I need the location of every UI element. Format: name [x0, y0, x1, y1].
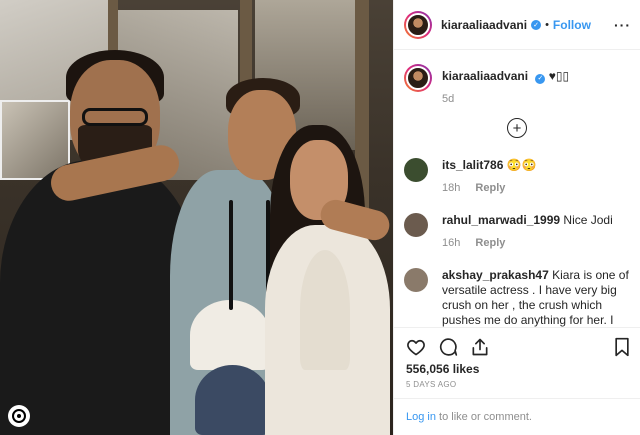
caption-username[interactable]: kiaraaliaadvani [442, 69, 528, 83]
avatar[interactable] [404, 268, 428, 292]
share-icon[interactable] [470, 337, 490, 357]
comment-username[interactable]: akshay_prakash47 [442, 268, 549, 282]
post-header: kiaraaliaadvani ✓ • Follow ··· [394, 0, 640, 50]
caption-timestamp[interactable]: 5d [442, 93, 454, 105]
login-link[interactable]: Log in [406, 411, 436, 423]
caption: kiaraaliaadvani ✓ ♥▯▯ [404, 64, 634, 92]
comment-username[interactable]: rahul_marwadi_1999 [442, 213, 560, 227]
more-options-icon[interactable]: ··· [614, 17, 631, 33]
separator-dot: • [545, 18, 549, 31]
follow-button[interactable]: Follow [553, 18, 591, 32]
comment-text: 😳😳 [506, 158, 537, 172]
tagged-users-icon[interactable] [8, 405, 30, 427]
reply-button[interactable]: Reply [475, 237, 505, 249]
post-photo[interactable] [0, 0, 393, 435]
login-prompt-text: to like or comment. [435, 411, 532, 423]
login-prompt: Log in to like or comment. [406, 411, 532, 423]
comment: akshay_prakash47 Kiara is one of versati… [404, 268, 634, 328]
avatar[interactable] [404, 64, 432, 92]
post-sidebar: kiaraaliaadvani ✓ • Follow ··· kiaraalia… [393, 0, 640, 435]
comment-time[interactable]: 16h [442, 237, 460, 249]
comment-time[interactable]: 18h [442, 182, 460, 194]
comment-icon[interactable] [438, 337, 458, 357]
reply-button[interactable]: Reply [475, 182, 505, 194]
person-middle-jeans [195, 365, 270, 435]
caption-body: ♥▯▯ [548, 69, 570, 83]
post-date[interactable]: 5 DAYS AGO [406, 380, 456, 389]
comment-username[interactable]: its_lalit786 [442, 158, 503, 172]
heart-icon[interactable] [406, 337, 426, 357]
person-right-top [300, 250, 350, 370]
avatar[interactable] [404, 158, 428, 182]
likes-count[interactable]: 556,056 likes [406, 362, 479, 376]
comment: its_lalit786 😳😳 18h Reply [404, 158, 634, 196]
divider [394, 398, 640, 399]
hoodie-string [229, 200, 233, 310]
caption-text: kiaraaliaadvani ✓ ♥▯▯ [442, 64, 569, 84]
bookmark-icon[interactable] [613, 337, 631, 357]
username-link[interactable]: kiaraaliaadvani [441, 18, 527, 32]
person-middle-shirt [190, 300, 270, 370]
divider [394, 327, 640, 328]
avatar[interactable] [404, 213, 428, 237]
verified-badge-icon: ✓ [535, 74, 546, 84]
verified-badge-icon: ✓ [531, 19, 542, 30]
avatar[interactable] [404, 10, 432, 39]
comment-text: Nice Jodi [563, 213, 613, 227]
person-left-glasses [82, 108, 148, 126]
comment: rahul_marwadi_1999 Nice Jodi 16h Reply [404, 213, 634, 251]
action-bar [406, 336, 631, 358]
load-more-comments-button[interactable]: + [507, 118, 527, 138]
